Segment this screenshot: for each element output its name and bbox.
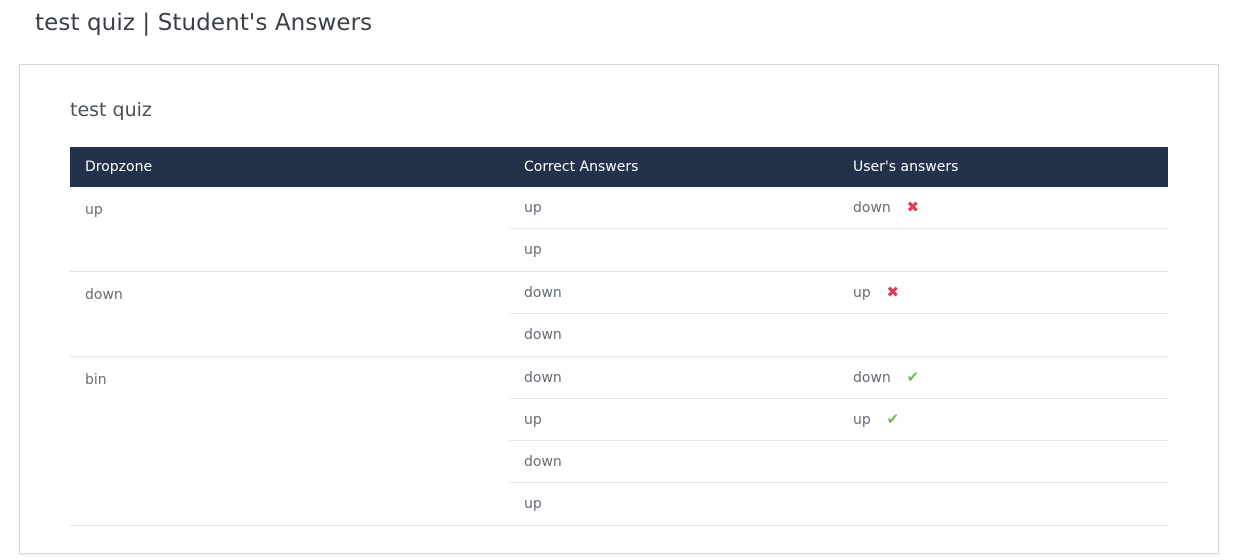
table-row: up down ✖ bbox=[509, 187, 1168, 229]
user-answer-cell: up ✖ bbox=[838, 285, 1168, 301]
correct-answer-cell: up bbox=[524, 199, 542, 216]
header-dropzone: Dropzone bbox=[85, 159, 153, 175]
table-row: down up ✖ bbox=[509, 272, 1168, 314]
correct-answer-cell: up bbox=[524, 496, 542, 512]
user-answer-text: up bbox=[853, 284, 871, 301]
table-row: down bbox=[509, 441, 1168, 483]
user-answer-cell: up ✔ bbox=[838, 412, 1168, 428]
table-row-group: up up down ✖ up bbox=[70, 187, 1168, 272]
user-answer-cell: down ✖ bbox=[838, 200, 1168, 216]
table-row-group: bin down down ✔ up up ✔ down up bbox=[70, 357, 1168, 526]
table-row: down down ✔ bbox=[509, 357, 1168, 399]
correct-answer-cell: up bbox=[524, 242, 542, 258]
correct-answer-cell: down bbox=[524, 369, 562, 386]
check-icon: ✔ bbox=[906, 368, 920, 386]
answers-card: test quiz Dropzone Correct Answers User'… bbox=[19, 64, 1219, 554]
correct-answer-cell: down bbox=[524, 453, 562, 470]
dropzone-cell: up bbox=[85, 202, 103, 218]
table-header: Dropzone Correct Answers User's answers bbox=[70, 147, 1168, 187]
correct-answer-cell: down bbox=[524, 284, 562, 301]
dropzone-cell: down bbox=[85, 287, 123, 303]
correct-answer-cell: up bbox=[524, 411, 542, 428]
check-icon: ✔ bbox=[886, 410, 900, 428]
page-title: test quiz | Student's Answers bbox=[35, 10, 373, 36]
table-row: up bbox=[509, 483, 1168, 525]
user-answer-cell: down ✔ bbox=[838, 370, 1168, 386]
cross-icon: ✖ bbox=[906, 198, 920, 216]
header-users-answers: User's answers bbox=[853, 159, 959, 175]
user-answer-text: up bbox=[853, 411, 871, 428]
table-row-group: down down up ✖ down bbox=[70, 272, 1168, 357]
answers-table: Dropzone Correct Answers User's answers … bbox=[70, 147, 1168, 526]
table-row: down bbox=[509, 314, 1168, 356]
quiz-title: test quiz bbox=[70, 99, 152, 121]
user-answer-text: down bbox=[853, 369, 891, 386]
correct-answer-cell: down bbox=[524, 327, 562, 343]
table-row: up up ✔ bbox=[509, 399, 1168, 441]
cross-icon: ✖ bbox=[886, 283, 900, 301]
dropzone-cell: bin bbox=[85, 372, 107, 388]
header-correct-answers: Correct Answers bbox=[524, 159, 639, 175]
table-row: up bbox=[509, 229, 1168, 271]
user-answer-text: down bbox=[853, 199, 891, 216]
